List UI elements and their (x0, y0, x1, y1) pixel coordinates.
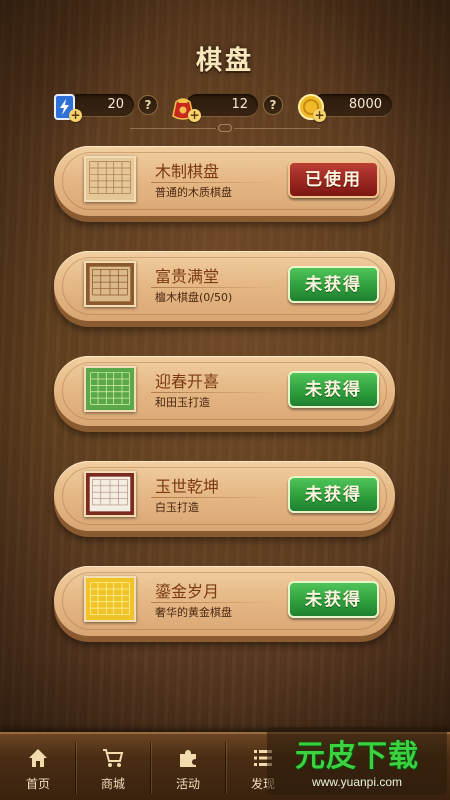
board-name: 鎏金岁月 (155, 582, 220, 601)
currency-bag: 12 + ? (168, 92, 283, 122)
bag-plus-icon[interactable]: + (188, 109, 201, 122)
currency-energy: 20 + ? (50, 92, 160, 122)
board-card-gold[interactable]: 鎏金岁月 奢华的黄金棋盘 未获得 (54, 566, 395, 636)
bag-help-button[interactable]: ? (263, 95, 283, 115)
board-unobtained-button[interactable]: 未获得 (288, 476, 379, 513)
nav-shop[interactable]: 商城 (78, 734, 148, 800)
wood-board-thumbnail (84, 156, 136, 202)
board-name: 木制棋盘 (155, 162, 220, 181)
nav-label: 商城 (100, 777, 125, 791)
nav-label: 活动 (175, 777, 200, 791)
energy-help-button[interactable]: ? (138, 95, 158, 115)
nav-label: 首页 (25, 777, 50, 791)
cart-icon (103, 749, 124, 767)
board-description: 普通的木质棋盘 (155, 186, 232, 199)
board-in-use-button[interactable]: 已使用 (288, 161, 379, 198)
watermark-url: www.yuanpi.com (311, 775, 403, 789)
board-unobtained-button[interactable]: 未获得 (288, 581, 379, 618)
board-card-jade[interactable]: 迎春开喜 和田玉打造 未获得 (54, 356, 395, 426)
board-name: 迎春开喜 (155, 372, 220, 391)
board-description: 奢华的黄金棋盘 (155, 606, 232, 619)
board-name: 玉世乾坤 (155, 477, 220, 496)
board-unobtained-button[interactable]: 未获得 (288, 266, 379, 303)
board-unobtained-button[interactable]: 未获得 (288, 371, 379, 408)
board-name: 富贵满堂 (155, 267, 220, 286)
board-card-white-jade[interactable]: 玉世乾坤 白玉打造 未获得 (54, 461, 395, 531)
board-description: 和田玉打造 (155, 396, 210, 409)
energy-plus-icon[interactable]: + (69, 109, 82, 122)
gold-plus-icon[interactable]: + (313, 109, 326, 122)
board-card-wood[interactable]: 木制棋盘 普通的木质棋盘 已使用 (54, 146, 395, 216)
watermark: 元皮下载 www.yuanpi.com (267, 727, 447, 795)
home-icon (29, 749, 47, 767)
sandalwood-board-thumbnail (84, 261, 136, 307)
puzzle-icon (180, 750, 196, 767)
board-description: 白玉打造 (155, 501, 199, 514)
currency-gold: 8000 + (296, 92, 396, 122)
board-description: 檀木棋盘(0/50) (155, 291, 233, 304)
watermark-logo: 元皮下载 (295, 739, 419, 774)
jade-board-thumbnail (84, 366, 136, 412)
white-jade-board-thumbnail (84, 471, 136, 517)
board-card-sandalwood[interactable]: 富贵满堂 檀木棋盘(0/50) 未获得 (54, 251, 395, 321)
page-title: 棋盘 (195, 46, 254, 76)
nav-home[interactable]: 首页 (3, 734, 73, 800)
header-divider (130, 124, 320, 132)
nav-events[interactable]: 活动 (153, 734, 223, 800)
gold-board-thumbnail (84, 576, 136, 622)
